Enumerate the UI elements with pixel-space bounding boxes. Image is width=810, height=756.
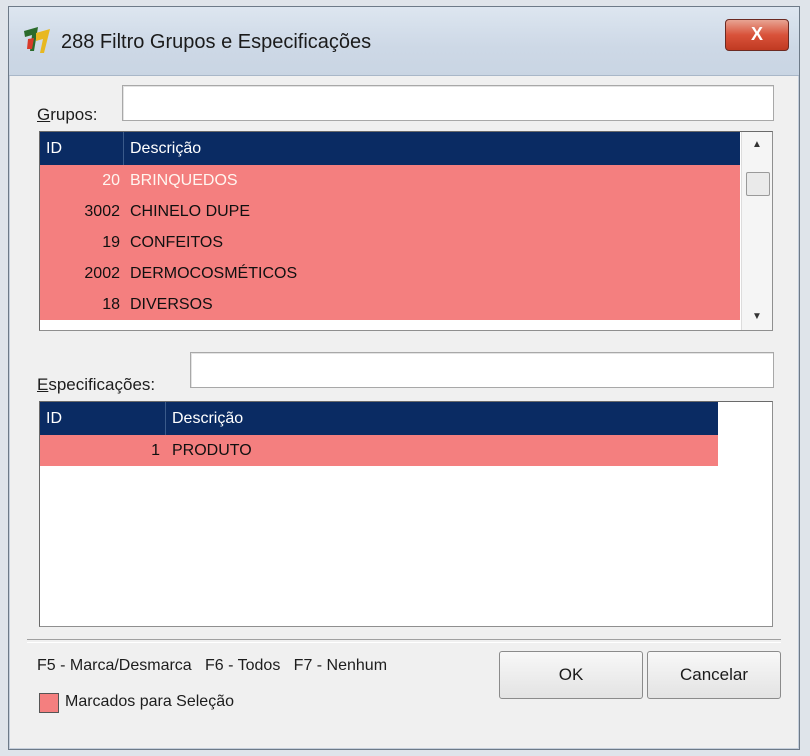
row-desc: CONFEITOS <box>130 234 224 251</box>
grupos-grid[interactable]: ID Descrição 20 BRINQUEDOS 3002 CHINELO … <box>39 131 773 331</box>
row-desc: CHINELO DUPE <box>130 203 251 220</box>
dialog-window: 288 Filtro Grupos e Especificações X Gru… <box>8 6 800 750</box>
cancel-button[interactable]: Cancelar <box>647 651 781 699</box>
table-row[interactable]: 1 PRODUTO <box>40 435 718 466</box>
grupos-grid-header: ID Descrição <box>40 132 740 165</box>
row-id: 2002 <box>84 265 120 282</box>
especificacoes-grid-header: ID Descrição <box>40 402 718 435</box>
grupos-filter-input[interactable] <box>122 85 774 121</box>
grupos-col-id[interactable]: ID <box>46 132 62 165</box>
legend-label: Marcados para Seleção <box>65 693 234 710</box>
row-desc: BRINQUEDOS <box>130 172 238 189</box>
especificacoes-col-desc[interactable]: Descrição <box>172 402 243 435</box>
especificacoes-grid[interactable]: ID Descrição 1 PRODUTO <box>39 401 773 627</box>
row-id: 20 <box>102 172 120 189</box>
ok-button[interactable]: OK <box>499 651 643 699</box>
close-button[interactable]: X <box>725 19 789 51</box>
row-id: 1 <box>151 442 160 459</box>
row-desc: DERMOCOSMÉTICOS <box>130 265 298 282</box>
grupos-label: Grupos: <box>37 105 98 124</box>
row-desc: PRODUTO <box>172 442 252 459</box>
scroll-thumb[interactable] <box>746 172 770 196</box>
row-desc: DIVERSOS <box>130 296 213 313</box>
app-logo-icon <box>24 27 50 53</box>
window-title: 288 Filtro Grupos e Especificações <box>61 31 372 53</box>
title-bar[interactable]: 288 Filtro Grupos e Especificações X <box>9 7 799 76</box>
scroll-up-icon[interactable]: ▲ <box>742 134 772 156</box>
footer-divider <box>27 639 781 643</box>
grupos-scrollbar[interactable]: ▲ ▼ <box>741 132 772 330</box>
table-row[interactable]: 3002 CHINELO DUPE <box>40 196 740 227</box>
especificacoes-filter-input[interactable] <box>190 352 774 388</box>
hotkeys-hint: F5 - Marca/Desmarca F6 - Todos F7 - Nenh… <box>37 657 388 674</box>
table-row[interactable]: 2002 DERMOCOSMÉTICOS <box>40 258 740 289</box>
row-id: 19 <box>102 234 120 251</box>
scroll-down-icon[interactable]: ▼ <box>742 306 772 328</box>
table-row[interactable]: 18 DIVERSOS <box>40 289 740 320</box>
close-icon: X <box>750 24 763 44</box>
dialog-client: Grupos: ID Descrição 20 BRINQUEDOS 3002 … <box>27 77 781 749</box>
row-id: 3002 <box>84 203 120 220</box>
table-row[interactable]: 20 BRINQUEDOS <box>40 165 740 196</box>
row-id: 18 <box>102 296 120 313</box>
table-row[interactable]: 19 CONFEITOS <box>40 227 740 258</box>
marked-color-swatch <box>39 693 59 713</box>
especificacoes-col-id[interactable]: ID <box>46 402 62 435</box>
especificacoes-label: Especificações: <box>37 375 156 394</box>
grupos-col-desc[interactable]: Descrição <box>130 132 201 165</box>
